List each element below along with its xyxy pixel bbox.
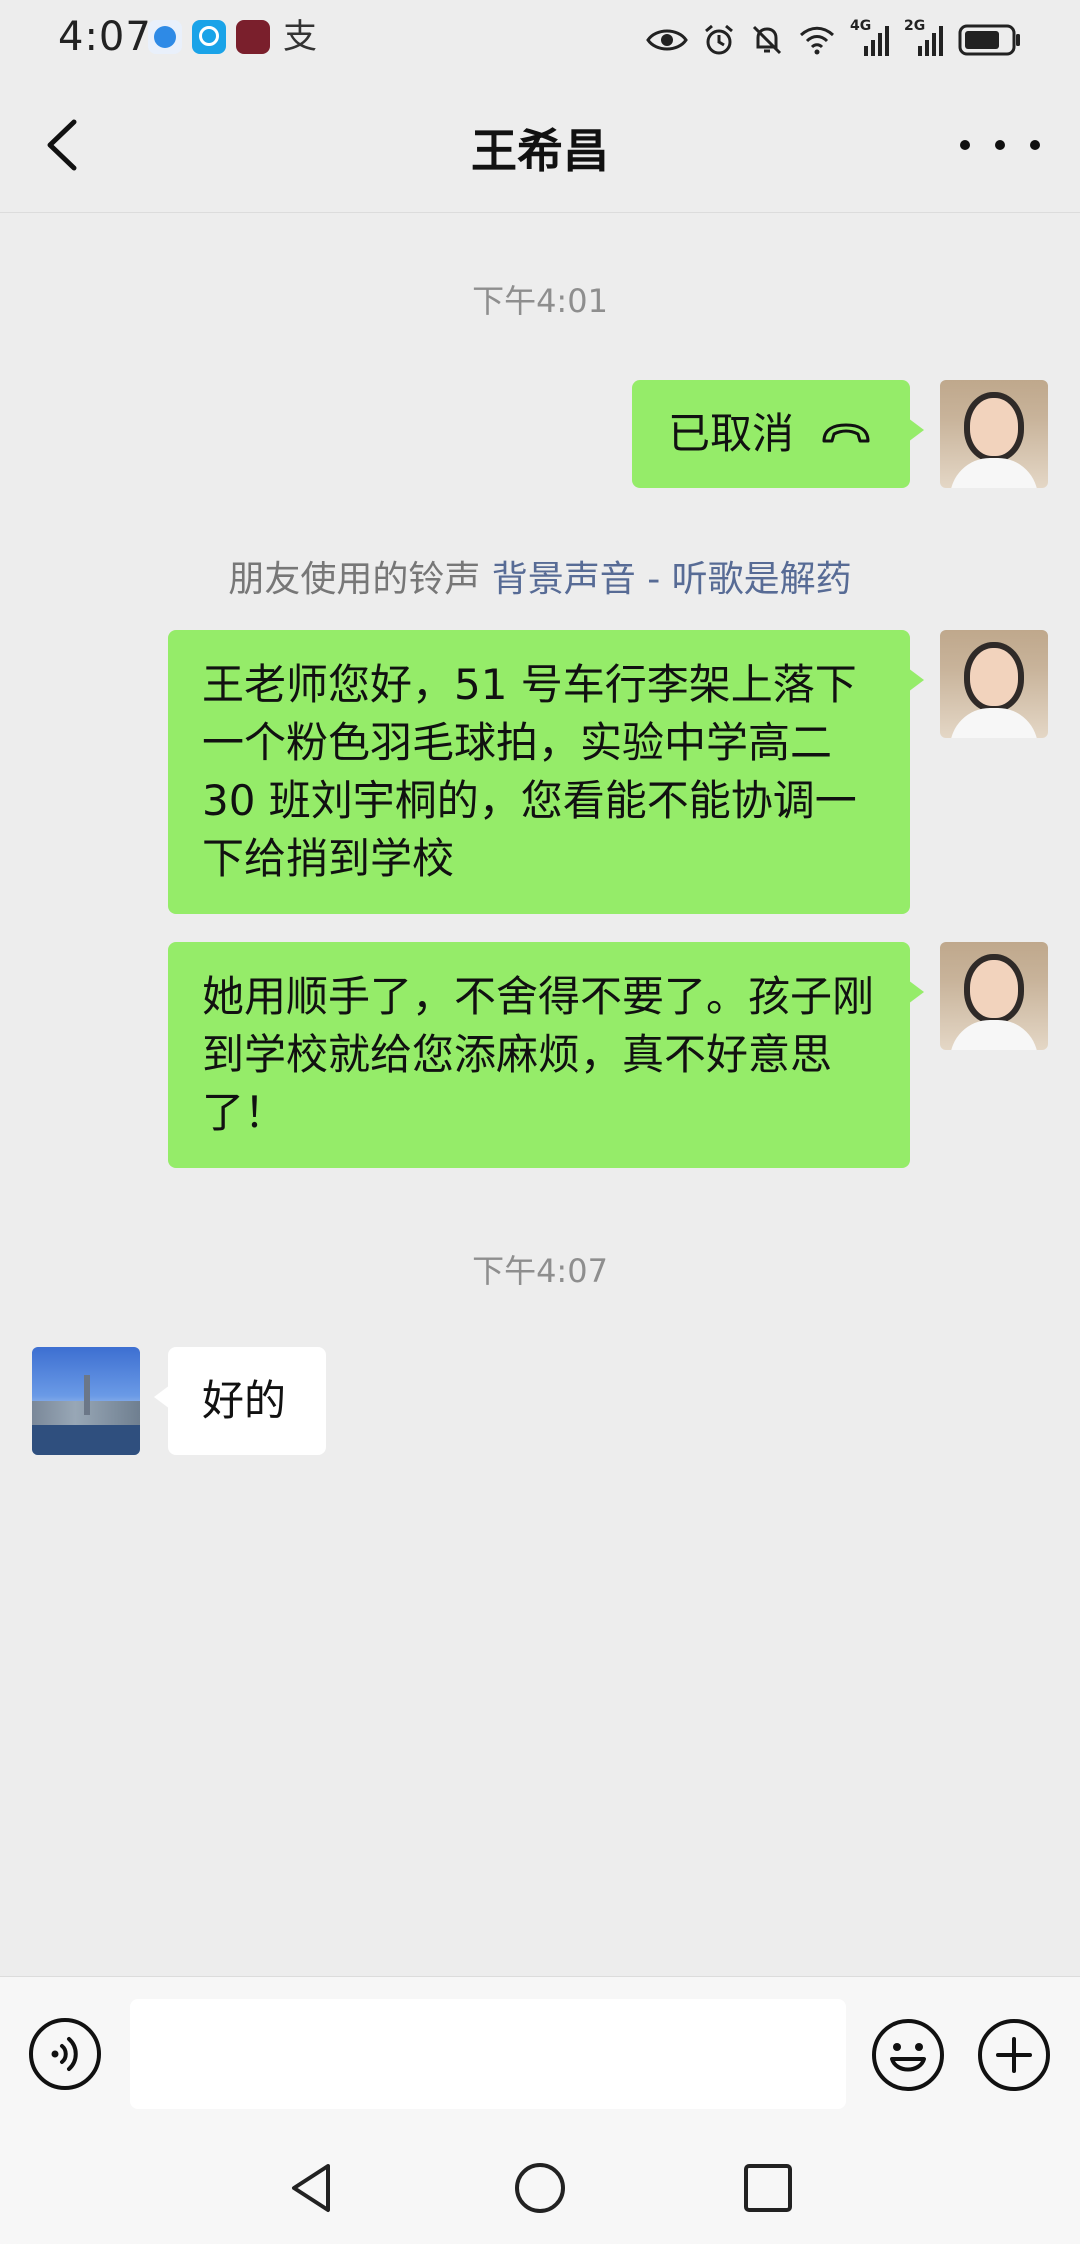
more-dot	[1030, 140, 1040, 150]
avatar-face	[970, 398, 1018, 456]
plus-icon[interactable]	[976, 2017, 1052, 2093]
call-label: 已取消	[668, 409, 795, 458]
app-logo-icon	[236, 20, 270, 54]
signal-icon-2	[918, 26, 943, 56]
status-app-icons: 支	[148, 20, 320, 60]
signal-4g: 4G	[850, 18, 890, 58]
app-notification-icon	[148, 20, 182, 54]
timestamp: 下午4:07	[472, 1252, 608, 1290]
more-dot	[960, 140, 970, 150]
hangup-icon	[822, 423, 870, 443]
nav-home-icon[interactable]	[508, 2156, 572, 2220]
mute-icon	[752, 25, 782, 55]
nav-recent-icon[interactable]	[736, 2156, 800, 2220]
ringtone-link[interactable]: 背景声音 - 听歌是解药	[492, 559, 852, 600]
search-app-icon	[192, 20, 226, 54]
alarm-icon	[705, 24, 733, 55]
contact-avatar[interactable]	[32, 1347, 140, 1455]
avatar-body	[950, 458, 1038, 488]
avatar-body	[950, 708, 1038, 738]
avatar-water	[32, 1425, 140, 1455]
emoji-icon[interactable]	[870, 2017, 946, 2093]
avatar-body	[950, 1020, 1038, 1050]
avatar[interactable]	[940, 942, 1048, 1050]
avatar-face	[970, 648, 1018, 706]
avatar[interactable]	[940, 630, 1048, 738]
timestamp: 下午4:01	[472, 282, 608, 320]
message-input[interactable]	[130, 1999, 846, 2109]
avatar-tower	[84, 1375, 90, 1415]
signal-icon	[864, 26, 889, 56]
chat-header: 王希昌	[0, 80, 1080, 213]
avatar[interactable]	[940, 380, 1048, 488]
call-record-bubble[interactable]: 已取消	[632, 380, 924, 488]
status-time: 4:07	[58, 14, 152, 60]
avatar-face	[970, 960, 1018, 1018]
alipay-icon: 支	[283, 17, 317, 57]
ringtone-notice: 朋友使用的铃声 背景声音 - 听歌是解药	[0, 550, 1080, 602]
message-bubble[interactable]: 王老师您好，51 号车行李架上落下一个粉色羽毛球拍，实验中学高二30 班刘宇桐的…	[168, 630, 924, 914]
status-indicators: 4G 2G	[646, 18, 1022, 62]
page-title: 王希昌	[471, 124, 609, 178]
message-bubble[interactable]: 她用顺手了，不舍得不要了。孩子刚到学校就给您添麻烦，真不好意思了！	[168, 942, 924, 1168]
more-icon[interactable]	[960, 120, 1040, 170]
eye-icon	[646, 29, 688, 51]
wifi-icon	[799, 26, 835, 55]
input-bar	[0, 1976, 1080, 2133]
more-dot	[995, 140, 1005, 150]
voice-icon[interactable]	[28, 2017, 102, 2091]
battery-icon	[958, 24, 1020, 56]
signal-2g: 2G	[904, 18, 944, 58]
ringtone-prefix: 朋友使用的铃声	[228, 559, 481, 600]
message-bubble-received[interactable]: 好的	[154, 1347, 326, 1455]
status-bar: 4:07 支 4G 2G	[0, 0, 1080, 80]
nav-back-icon[interactable]	[280, 2156, 344, 2220]
system-navigation-bar	[0, 2132, 1080, 2244]
